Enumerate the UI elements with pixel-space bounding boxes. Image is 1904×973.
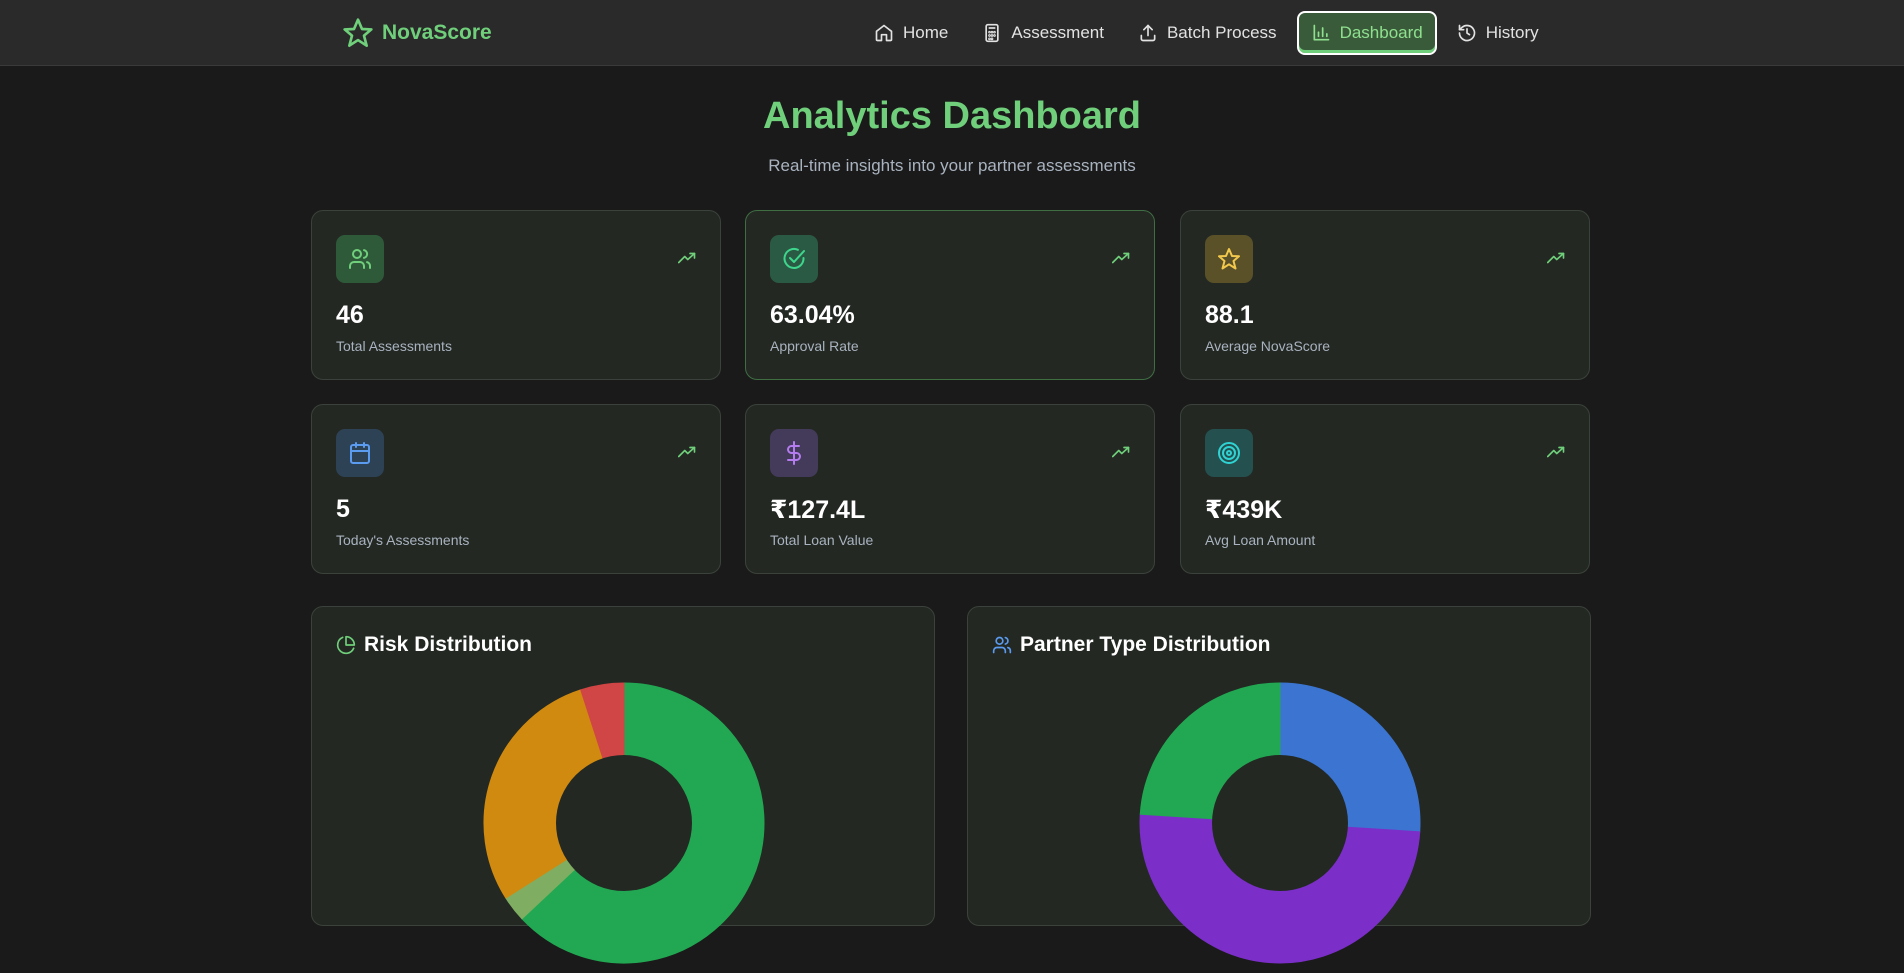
stat-card-avg-loan-amount: ₹439K Avg Loan Amount <box>1180 404 1590 574</box>
nav-dashboard[interactable]: Dashboard <box>1296 11 1437 55</box>
stat-label: Today's Assessments <box>336 532 470 548</box>
nav-batch-process-label: Batch Process <box>1166 23 1277 42</box>
panel-title: Risk Distribution <box>364 633 533 656</box>
page-subtitle: Real-time insights into your partner ass… <box>768 156 1136 175</box>
stat-label: Total Assessments <box>336 338 452 354</box>
nav-assessment[interactable]: Assessment <box>968 11 1118 55</box>
users-icon <box>992 636 1012 654</box>
stat-label: Average NovaScore <box>1205 338 1331 354</box>
partner-type-panel: Partner Type Distribution <box>967 606 1591 964</box>
bar-chart-icon <box>1313 24 1329 41</box>
partner-donut-chart[interactable] <box>1130 673 1430 973</box>
stat-card-average-novascore: 88.1 Average NovaScore <box>1180 210 1590 380</box>
stat-card-todays-assessments: 5 Today's Assessments <box>311 404 721 574</box>
panel-header: Partner Type Distribution <box>992 633 1270 657</box>
brand-name: NovaScore <box>382 21 492 44</box>
star-icon <box>1218 248 1240 270</box>
users-icon <box>349 249 372 269</box>
stat-value: 5 <box>336 495 350 523</box>
risk-distribution-panel: Risk Distribution <box>311 606 935 964</box>
trending-up-icon <box>678 252 696 264</box>
target-icon <box>1218 442 1240 464</box>
trending-up-icon <box>1547 252 1565 264</box>
top-navbar: NovaScore Home Assessment Batch Process … <box>0 0 1904 66</box>
nav-home-label: Home <box>903 23 949 42</box>
home-icon <box>875 24 893 42</box>
trending-up-icon <box>678 446 696 458</box>
pie-chart-icon <box>336 635 356 655</box>
stat-card-total-assessments: 46 Total Assessments <box>311 210 721 380</box>
stat-value: 88.1 <box>1205 301 1254 329</box>
main-nav: Home Assessment Batch Process Dashboard … <box>860 11 1553 55</box>
stat-icon-box <box>1205 429 1253 477</box>
history-icon <box>1458 24 1476 42</box>
calculator-icon <box>985 23 1000 43</box>
star-logo-icon <box>343 18 373 47</box>
nav-history[interactable]: History <box>1443 11 1553 55</box>
upload-icon <box>1140 24 1156 42</box>
stat-value: ₹127.4L <box>770 496 866 524</box>
check-circle-icon <box>783 248 805 269</box>
stat-value: ₹439K <box>1205 496 1283 524</box>
trending-up-icon <box>1112 446 1130 458</box>
stat-value: 63.04% <box>770 301 855 329</box>
page-title: Analytics Dashboard <box>763 95 1141 137</box>
panel-title: Partner Type Distribution <box>1020 633 1271 656</box>
nav-home[interactable]: Home <box>860 11 962 55</box>
donut-hole <box>556 755 692 891</box>
brand-logo[interactable]: NovaScore <box>342 15 492 51</box>
stat-label: Approval Rate <box>770 338 859 354</box>
trending-up-icon <box>1547 446 1565 458</box>
donut-hole <box>1212 755 1348 891</box>
nav-dashboard-label: Dashboard <box>1339 23 1423 42</box>
calendar-icon <box>350 442 370 464</box>
stat-icon-box <box>1205 235 1253 283</box>
nav-history-label: History <box>1485 23 1539 42</box>
stat-icon-box <box>336 235 384 283</box>
dollar-icon <box>787 441 801 465</box>
panel-header: Risk Distribution <box>336 633 532 657</box>
stat-label: Total Loan Value <box>770 532 874 548</box>
risk-donut-chart[interactable] <box>474 673 774 973</box>
trending-up-icon <box>1112 252 1130 264</box>
stat-card-approval-rate: 63.04% Approval Rate <box>745 210 1155 380</box>
stat-value: 46 <box>336 301 364 329</box>
stat-icon-box <box>770 235 818 283</box>
stat-label: Avg Loan Amount <box>1205 532 1316 548</box>
stat-icon-box <box>770 429 818 477</box>
nav-assessment-label: Assessment <box>1011 23 1104 42</box>
nav-batch-process[interactable]: Batch Process <box>1124 11 1291 55</box>
stat-icon-box <box>336 429 384 477</box>
stat-card-total-loan-value: ₹127.4L Total Loan Value <box>745 404 1155 574</box>
